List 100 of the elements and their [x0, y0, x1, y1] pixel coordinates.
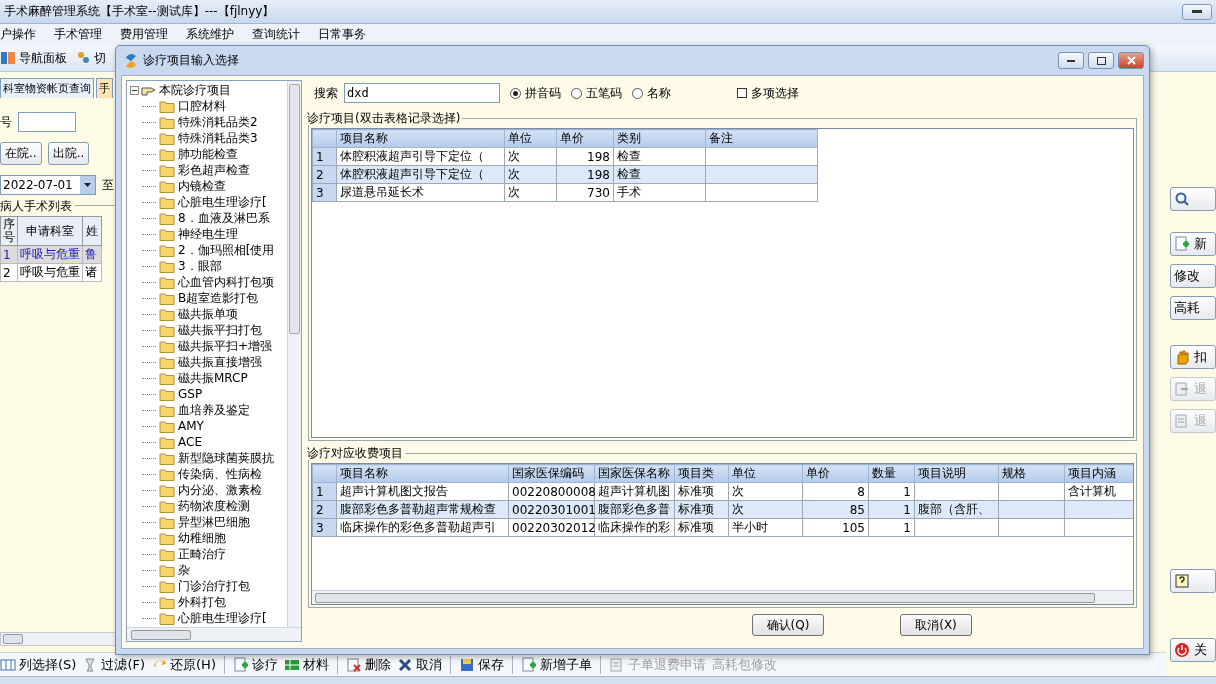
- tree-item[interactable]: AMY: [178, 419, 204, 433]
- date-field[interactable]: 2022-07-01: [0, 175, 96, 195]
- tree-item[interactable]: 特殊消耗品类2: [178, 113, 258, 131]
- column-header[interactable]: 单价: [802, 464, 869, 483]
- minimize-button[interactable]: [1058, 52, 1084, 69]
- tree-item[interactable]: 口腔材料: [178, 97, 226, 115]
- column-header[interactable]: 类别: [613, 129, 706, 148]
- toolbar-button[interactable]: 还原(H): [151, 655, 216, 674]
- tree-item[interactable]: 正畸治疗: [178, 545, 226, 563]
- radio-button[interactable]: [571, 87, 582, 99]
- tree-item[interactable]: 内分泌、激素检: [178, 481, 262, 499]
- toolbar-button[interactable]: 新增子单: [520, 655, 592, 674]
- column-header[interactable]: 国家医保名称: [594, 464, 675, 483]
- column-header[interactable]: 备注: [705, 129, 818, 148]
- filter-button[interactable]: 出院..: [47, 142, 90, 165]
- column-header[interactable]: 项目说明: [914, 464, 999, 483]
- side-button[interactable]: 新: [1170, 232, 1216, 256]
- minimize-button[interactable]: [1182, 3, 1212, 20]
- tree-item[interactable]: 药物浓度检测: [178, 497, 250, 515]
- tree-item[interactable]: 心脏电生理诊疗[: [178, 193, 267, 211]
- column-header[interactable]: 项目类: [674, 464, 729, 483]
- toolbar-button[interactable]: 取消: [396, 655, 442, 674]
- tree-item[interactable]: 门诊治疗打包: [178, 577, 250, 595]
- close-button[interactable]: [1118, 52, 1144, 69]
- tree-item[interactable]: 外科打包: [178, 593, 226, 611]
- dialog-title: 诊疗项目输入选择: [143, 52, 240, 69]
- tab[interactable]: 科室物资帐页查询: [0, 78, 94, 98]
- tree-item[interactable]: 新型隐球菌荚膜抗: [178, 449, 274, 467]
- column-header[interactable]: 国家医保编码: [508, 464, 595, 483]
- tree-item[interactable]: GSP: [178, 387, 203, 401]
- tab[interactable]: 手: [96, 78, 113, 98]
- tree-item[interactable]: 磁共振MRCP: [178, 369, 248, 387]
- cancel-button[interactable]: 取消(X): [900, 614, 972, 636]
- side-button[interactable]: [1170, 569, 1216, 593]
- column-header[interactable]: 数量: [868, 464, 915, 483]
- horizontal-scrollbar[interactable]: [312, 590, 1133, 604]
- radio-button[interactable]: [632, 87, 643, 99]
- horizontal-scrollbar[interactable]: [0, 632, 116, 646]
- tree-item[interactable]: 幼稚细胞: [178, 529, 226, 547]
- tree-item[interactable]: ACE: [178, 435, 202, 449]
- menu-item[interactable]: 手术管理: [54, 26, 102, 43]
- tree-item[interactable]: 彩色超声检查: [178, 161, 250, 179]
- column-header[interactable]: 项目名称: [336, 129, 505, 148]
- tree-item[interactable]: 2．伽玛照相[使用: [178, 241, 275, 259]
- toolbar-button[interactable]: 材料: [283, 655, 329, 674]
- tree-item[interactable]: 磁共振平扫打包: [178, 321, 262, 339]
- tree-item[interactable]: B超室造影打包: [178, 289, 259, 307]
- menu-item[interactable]: 费用管理: [120, 26, 168, 43]
- toolbar-button[interactable]: 列选择(S): [0, 655, 77, 674]
- column-header[interactable]: 序号: [0, 216, 18, 246]
- column-header[interactable]: 申请科室: [17, 216, 83, 246]
- vertical-scrollbar[interactable]: [287, 81, 301, 627]
- horizontal-scrollbar[interactable]: [127, 627, 301, 641]
- collapse-toggle[interactable]: [130, 85, 139, 95]
- tree-item[interactable]: 特殊消耗品类3: [178, 129, 258, 147]
- tree-item[interactable]: 心脏电生理诊疗[: [178, 609, 267, 627]
- radio-button[interactable]: [510, 87, 521, 99]
- tree-item[interactable]: 内镜检查: [178, 177, 226, 195]
- maximize-button[interactable]: [1088, 52, 1114, 69]
- toolbar-button[interactable]: 过滤(F): [82, 655, 146, 674]
- side-button[interactable]: 扣: [1170, 345, 1216, 369]
- toolbar-button[interactable]: 切: [75, 49, 106, 67]
- toolbar-button[interactable]: 诊疗: [232, 655, 278, 674]
- tree-item[interactable]: 杂: [178, 561, 190, 579]
- checkbox[interactable]: [737, 88, 747, 98]
- tree-item[interactable]: 异型淋巴细胞: [178, 513, 250, 531]
- tree-item[interactable]: 3．眼部: [178, 257, 222, 275]
- column-header[interactable]: 单位: [504, 129, 557, 148]
- toolbar-button[interactable]: 删除: [345, 655, 391, 674]
- side-button[interactable]: 修改: [1170, 264, 1216, 288]
- menu-item[interactable]: 查询统计: [252, 26, 300, 43]
- tree-item[interactable]: 8．血液及淋巴系: [178, 209, 270, 227]
- menu-item[interactable]: 日常事务: [318, 26, 366, 43]
- tree-item[interactable]: 本院诊疗项目: [159, 81, 231, 99]
- column-header[interactable]: 单价: [556, 129, 614, 148]
- side-button[interactable]: 关: [1170, 638, 1216, 662]
- tree-item[interactable]: 神经电生理: [178, 225, 238, 243]
- column-header[interactable]: 规格: [998, 464, 1065, 483]
- column-header[interactable]: 单位: [728, 464, 803, 483]
- column-header[interactable]: 项目名称: [336, 464, 509, 483]
- confirm-button[interactable]: 确认(Q): [752, 614, 824, 636]
- card-number-field[interactable]: [18, 112, 76, 132]
- filter-button[interactable]: 在院..: [0, 142, 42, 165]
- tree-item[interactable]: 血培养及鉴定: [178, 401, 250, 419]
- side-button[interactable]: 高耗: [1170, 296, 1216, 320]
- toolbar-button[interactable]: 导航面板: [0, 49, 67, 67]
- toolbar-button[interactable]: 保存: [458, 655, 504, 674]
- tree-item[interactable]: 心血管内科打包项: [178, 273, 274, 291]
- tree-item[interactable]: 传染病、性病检: [178, 465, 262, 483]
- search-field[interactable]: dxd: [344, 83, 500, 103]
- tree-item[interactable]: 肺功能检查: [178, 145, 238, 163]
- tree-item[interactable]: 磁共振平扫+增强: [178, 337, 273, 355]
- folder-icon: [159, 515, 175, 529]
- tree-item[interactable]: 磁共振直接增强: [178, 353, 262, 371]
- side-button[interactable]: [1170, 187, 1216, 211]
- menu-item[interactable]: 系统维护: [186, 26, 234, 43]
- menu-item[interactable]: 户操作: [0, 26, 36, 43]
- tree-item[interactable]: 磁共振单项: [178, 305, 238, 323]
- search-icon: [1174, 191, 1190, 207]
- column-header[interactable]: 项目内涵: [1064, 464, 1133, 483]
